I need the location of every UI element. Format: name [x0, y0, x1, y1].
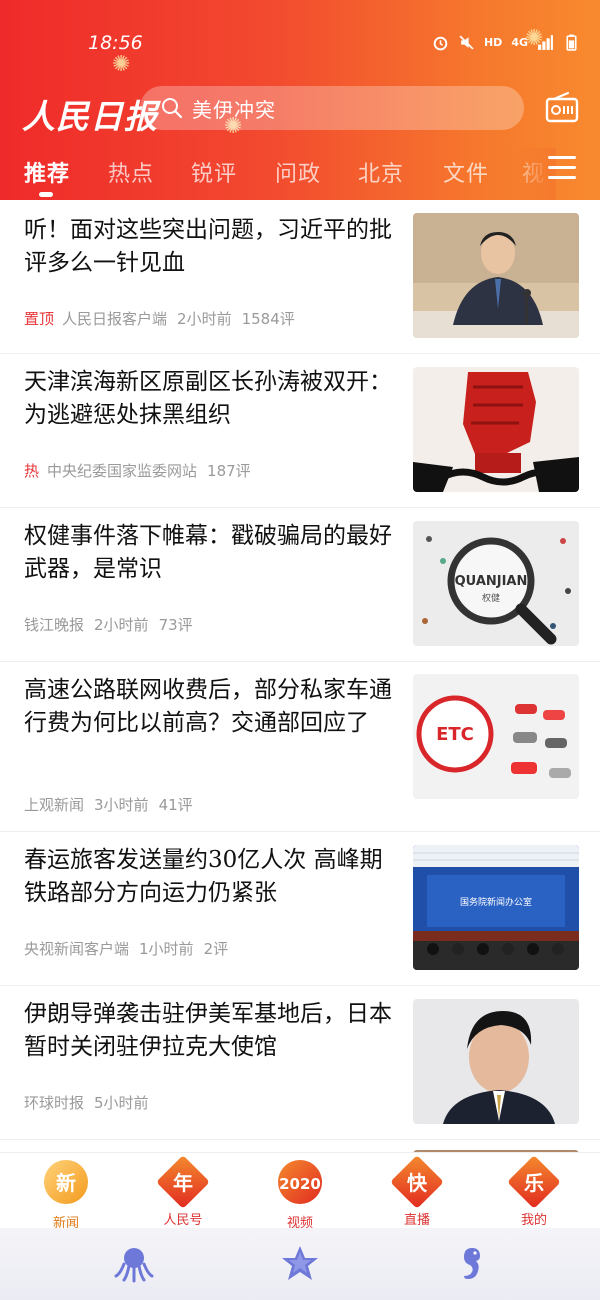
- nav-news[interactable]: 新 新闻: [26, 1157, 106, 1231]
- search-bar[interactable]: 美伊冲突: [140, 86, 524, 130]
- channel-tabs: 推荐 热点 锐评 问政 北京 文件 视: [0, 148, 600, 200]
- status-icons: HD 4G: [432, 34, 580, 51]
- news-thumbnail[interactable]: ETC: [413, 674, 579, 799]
- system-navigation-bar: [0, 1228, 600, 1300]
- radio-icon[interactable]: [544, 90, 580, 126]
- nav-label: 人民号: [163, 1213, 203, 1228]
- news-meta: 置顶 人民日报客户端 2小时前 1584评: [24, 308, 295, 329]
- news-title[interactable]: 听！面对这些突出问题，习近平的批评多么一针见血: [24, 214, 392, 280]
- news-item[interactable]: 听！面对这些突出问题，习近平的批评多么一针见血 置顶 人民日报客户端 2小时前 158…: [0, 200, 600, 354]
- news-comments: 1584评: [241, 310, 295, 328]
- news-time: 1小时前: [139, 940, 194, 958]
- news-title[interactable]: 高速公路联网收费后，部分私家车通行费为何比以前高？交通部回应了: [24, 674, 392, 740]
- channel-menu-button[interactable]: [548, 156, 576, 180]
- news-item[interactable]: 春运旅客发送量约30亿人次 高峰期铁路部分方向运力仍紧张 央视新闻客户端 1小时前…: [0, 832, 600, 986]
- news-meta: 环球时报 5小时前: [24, 1092, 149, 1113]
- news-meta: 热中央纪委国家监委网站 187评: [24, 460, 251, 481]
- nav-label: 直播: [403, 1213, 430, 1228]
- app-header: ✺ ✺ ✺ 18:56 HD 4G 人民日报 美伊冲突 推荐 热点 锐评 问政 …: [0, 0, 600, 200]
- nav-live[interactable]: 快 直播: [377, 1155, 457, 1228]
- pinned-tag: 置顶: [24, 310, 55, 328]
- news-thumbnail[interactable]: [413, 367, 579, 492]
- nav-glyph: 年: [173, 1171, 193, 1195]
- news-source: 人民日报客户端: [62, 310, 168, 328]
- news-time: 2小时前: [94, 616, 149, 634]
- news-thumbnail[interactable]: QUANJIAN 权健: [413, 521, 579, 646]
- news-item[interactable]: [0, 1140, 600, 1152]
- news-time: 5小时前: [94, 1094, 149, 1112]
- starfish-icon[interactable]: [280, 1244, 320, 1284]
- octopus-icon[interactable]: [114, 1244, 154, 1284]
- battery-icon: [566, 34, 577, 51]
- status-bar: 18:56 HD 4G: [0, 28, 600, 64]
- tab-politics[interactable]: 问政: [275, 156, 321, 188]
- news-time: 3小时前: [94, 796, 149, 814]
- news-title[interactable]: 天津滨海新区原副区长孙涛被双开：为逃避惩处抹黑组织: [24, 366, 392, 432]
- news-title[interactable]: 权健事件落下帷幕：戳破骗局的最好武器，是常识: [24, 520, 392, 586]
- news-source: 环球时报: [24, 1094, 85, 1112]
- news-thumbnail[interactable]: [413, 213, 579, 338]
- search-placeholder: 美伊冲突: [192, 97, 276, 122]
- news-comments: 187评: [207, 462, 251, 480]
- news-source: 钱江晚报: [24, 616, 85, 634]
- nav-glyph: 2020: [279, 1175, 321, 1193]
- news-source: 上观新闻: [24, 796, 85, 814]
- thumb-text: ETC: [436, 724, 474, 745]
- app-logo[interactable]: 人民日报: [22, 90, 158, 138]
- nav-glyph: 乐: [524, 1171, 544, 1195]
- thumb-subtext: 权健: [482, 592, 500, 604]
- active-tab-indicator: [39, 192, 53, 197]
- nav-glyph: 快: [407, 1171, 427, 1195]
- tab-commentary[interactable]: 锐评: [191, 156, 237, 188]
- nav-people[interactable]: 年 人民号: [143, 1155, 223, 1228]
- news-time: 2小时前: [177, 310, 232, 328]
- news-source: 央视新闻客户端: [24, 940, 130, 958]
- news-comments: 73评: [158, 616, 193, 634]
- hd-icon: HD: [483, 36, 503, 49]
- news-item[interactable]: 高速公路联网收费后，部分私家车通行费为何比以前高？交通部回应了 上观新闻 3小时前…: [0, 662, 600, 832]
- search-icon: [162, 98, 183, 119]
- tab-hot[interactable]: 热点: [108, 156, 154, 188]
- bottom-navigation: 新 新闻 年 人民号 2020 视频 快 直播 乐 我的: [0, 1152, 600, 1231]
- status-time: 18:56: [88, 32, 143, 54]
- mute-icon: [459, 35, 474, 50]
- nav-glyph: 新: [56, 1171, 76, 1195]
- hot-tag: 热: [24, 462, 40, 480]
- nav-video[interactable]: 2020 视频: [260, 1157, 340, 1231]
- news-thumbnail[interactable]: [413, 999, 579, 1124]
- news-meta: 钱江晚报 2小时前 73评: [24, 614, 193, 635]
- thumb-text: QUANJIAN: [455, 574, 528, 589]
- signal-icon: [538, 35, 553, 50]
- news-source: 中央纪委国家监委网站: [47, 462, 198, 480]
- news-title[interactable]: 伊朗导弹袭击驻伊美军基地后，日本暂时关闭驻伊拉克大使馆: [24, 998, 392, 1064]
- news-feed: 听！面对这些突出问题，习近平的批评多么一针见血 置顶 人民日报客户端 2小时前 158…: [0, 200, 600, 1152]
- nav-me[interactable]: 乐 我的: [494, 1155, 574, 1228]
- tab-documents[interactable]: 文件: [443, 156, 489, 188]
- news-comments: 41评: [158, 796, 193, 814]
- alarm-icon: [433, 36, 448, 51]
- thumb-text: 国务院新闻办公室: [460, 896, 532, 908]
- news-item[interactable]: 伊朗导弹袭击驻伊美军基地后，日本暂时关闭驻伊拉克大使馆 环球时报 5小时前: [0, 986, 600, 1140]
- tab-recommend[interactable]: 推荐: [24, 156, 70, 188]
- news-item[interactable]: 天津滨海新区原副区长孙涛被双开：为逃避惩处抹黑组织 热中央纪委国家监委网站 187…: [0, 354, 600, 508]
- news-comments: 2评: [203, 940, 229, 958]
- news-meta: 央视新闻客户端 1小时前 2评: [24, 938, 228, 959]
- network-type: 4G: [511, 36, 528, 49]
- seahorse-icon[interactable]: [450, 1244, 490, 1284]
- news-meta: 上观新闻 3小时前 41评: [24, 794, 193, 815]
- tab-beijing[interactable]: 北京: [358, 156, 404, 188]
- news-thumbnail[interactable]: 国务院新闻办公室: [413, 845, 579, 970]
- nav-label: 我的: [520, 1213, 547, 1228]
- news-item[interactable]: 权健事件落下帷幕：戳破骗局的最好武器，是常识 钱江晚报 2小时前 73评 QUANJ…: [0, 508, 600, 662]
- news-title[interactable]: 春运旅客发送量约30亿人次 高峰期铁路部分方向运力仍紧张: [24, 844, 392, 910]
